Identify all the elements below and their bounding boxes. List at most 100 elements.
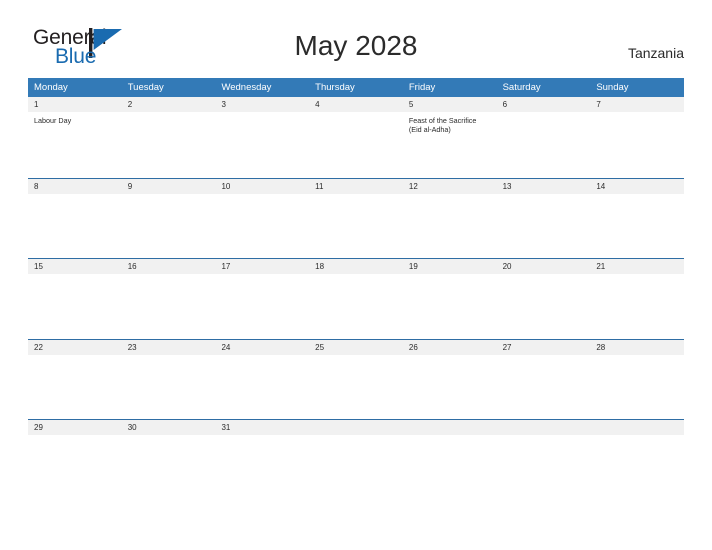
day-cells-row: [28, 435, 684, 500]
day-number-15[interactable]: 15: [28, 259, 122, 274]
day-cell-19[interactable]: [403, 274, 497, 339]
day-number-28[interactable]: 28: [590, 340, 684, 355]
date-number-band: 29 30 31: [28, 420, 684, 435]
day-cell-1[interactable]: Labour Day: [28, 112, 122, 177]
date-number-band: 1234567: [28, 97, 684, 112]
day-number-21[interactable]: 21: [590, 259, 684, 274]
day-number-9[interactable]: 9: [122, 179, 216, 194]
day-cell-27[interactable]: [497, 355, 591, 420]
day-number-24[interactable]: 24: [215, 340, 309, 355]
day-cell-26[interactable]: [403, 355, 497, 420]
day-number-empty: [590, 420, 684, 435]
day-number-20[interactable]: 20: [497, 259, 591, 274]
calendar-page: General Blue May 2028 Tanzania Monday Tue…: [0, 0, 712, 550]
day-number-1[interactable]: 1: [28, 97, 122, 112]
page-header: General Blue May 2028 Tanzania: [0, 0, 712, 78]
day-number-23[interactable]: 23: [122, 340, 216, 355]
calendar-weeks: 1 2 3 4 5 6 7 Labour Day Feast of the Sacrifice …: [28, 97, 684, 500]
day-cells-row: Labour Day Feast of the Sacrifice (Eid al…: [28, 112, 684, 177]
day-cell-empty: [497, 435, 591, 500]
day-cell-28[interactable]: [590, 355, 684, 420]
day-cell-24[interactable]: [215, 355, 309, 420]
day-cell-4[interactable]: [309, 112, 403, 177]
day-cells-row: [28, 274, 684, 339]
event-label: Labour Day: [34, 116, 72, 125]
day-number-14[interactable]: 14: [590, 179, 684, 194]
day-number-18[interactable]: 18: [309, 259, 403, 274]
day-cell-15[interactable]: [28, 274, 122, 339]
event-label: Feast of the Sacrifice (Eid al-Adha): [408, 116, 477, 135]
weekday-header-row: Monday Tuesday Wednesday Thursday Friday Satu…: [28, 78, 684, 97]
day-number-26[interactable]: 26: [403, 340, 497, 355]
calendar-grid: Monday Tuesday Wednesday Thursday Friday Satu…: [28, 78, 684, 500]
day-number-8[interactable]: 8: [28, 179, 122, 194]
day-number-empty: [403, 420, 497, 435]
day-cells-row: [28, 194, 684, 259]
day-cell-13[interactable]: [497, 194, 591, 259]
calendar-week-row: 22 23 24 25 26 27 28: [28, 338, 684, 420]
day-number-4[interactable]: 4: [309, 97, 403, 112]
day-cell-6[interactable]: [497, 112, 591, 177]
day-cell-18[interactable]: [309, 274, 403, 339]
day-cell-12[interactable]: [403, 194, 497, 259]
day-cells-row: [28, 355, 684, 420]
day-number-16[interactable]: 16: [122, 259, 216, 274]
day-cell-17[interactable]: [215, 274, 309, 339]
weekday-header-thursday: Thursday: [315, 82, 355, 93]
day-cell-22[interactable]: [28, 355, 122, 420]
day-cell-16[interactable]: [122, 274, 216, 339]
day-cell-21[interactable]: [590, 274, 684, 339]
day-cell-7[interactable]: [590, 112, 684, 177]
day-cell-23[interactable]: [122, 355, 216, 420]
day-cell-29[interactable]: [28, 435, 122, 500]
day-cell-11[interactable]: [309, 194, 403, 259]
day-cell-empty: [590, 435, 684, 500]
weekday-header-monday: Monday: [34, 82, 68, 93]
day-cell-20[interactable]: [497, 274, 591, 339]
day-number-25[interactable]: 25: [309, 340, 403, 355]
day-cell-5[interactable]: Feast of the Sacrifice (Eid al-Adha): [403, 112, 497, 177]
day-cell-9[interactable]: [122, 194, 216, 259]
date-number-band: 22 23 24 25 26 27 28: [28, 339, 684, 355]
day-cell-10[interactable]: [215, 194, 309, 259]
day-number-19[interactable]: 19: [403, 259, 497, 274]
day-number-6[interactable]: 6: [497, 97, 591, 112]
calendar-week-row: 1 2 3 4 5 6 7 Labour Day Feast of the Sacrifice …: [28, 97, 684, 178]
day-number-empty: [309, 420, 403, 435]
weekday-header-saturday: Saturday: [502, 82, 541, 93]
day-cell-2[interactable]: [122, 112, 216, 177]
day-number-10[interactable]: 10: [215, 179, 309, 194]
day-number-29[interactable]: 29: [28, 420, 122, 435]
date-number-band: 15 16 17 18 19 20 21: [28, 259, 684, 274]
day-number-3[interactable]: 3: [215, 97, 309, 112]
day-number-17[interactable]: 17: [215, 259, 309, 274]
weekday-header-tuesday: Tuesday: [127, 82, 164, 93]
day-number-22[interactable]: 22: [28, 340, 122, 355]
day-cell-31[interactable]: [215, 435, 309, 500]
weekday-header-friday: Friday: [408, 82, 436, 93]
calendar-week-row: 29 30 31: [28, 419, 684, 500]
day-number-31[interactable]: 31: [215, 420, 309, 435]
day-cell-empty: [309, 435, 403, 500]
weekday-header-sunday: Sunday: [596, 82, 629, 93]
day-cell-25[interactable]: [309, 355, 403, 420]
day-number-12[interactable]: 12: [403, 179, 497, 194]
date-number-band: 8 9 10 11 12 13 14: [28, 178, 684, 194]
day-cell-empty: [403, 435, 497, 500]
day-number-30[interactable]: 30: [122, 420, 216, 435]
day-number-5[interactable]: 5: [403, 97, 497, 112]
day-number-empty: [497, 420, 591, 435]
day-cell-30[interactable]: [122, 435, 216, 500]
calendar-week-row: 8 9 10 11 12 13 14: [28, 177, 684, 259]
day-number-11[interactable]: 11: [309, 179, 403, 194]
day-cell-14[interactable]: [590, 194, 684, 259]
day-cell-3[interactable]: [215, 112, 309, 177]
day-number-7[interactable]: 7: [590, 97, 684, 112]
day-cell-8[interactable]: [28, 194, 122, 259]
day-number-27[interactable]: 27: [497, 340, 591, 355]
page-title: May 2028: [294, 30, 418, 61]
country-label: Tanzania: [627, 45, 684, 61]
day-number-13[interactable]: 13: [497, 179, 591, 194]
calendar-week-row: 15 16 17 18 19 20 21: [28, 258, 684, 339]
day-number-2[interactable]: 2: [122, 97, 216, 112]
